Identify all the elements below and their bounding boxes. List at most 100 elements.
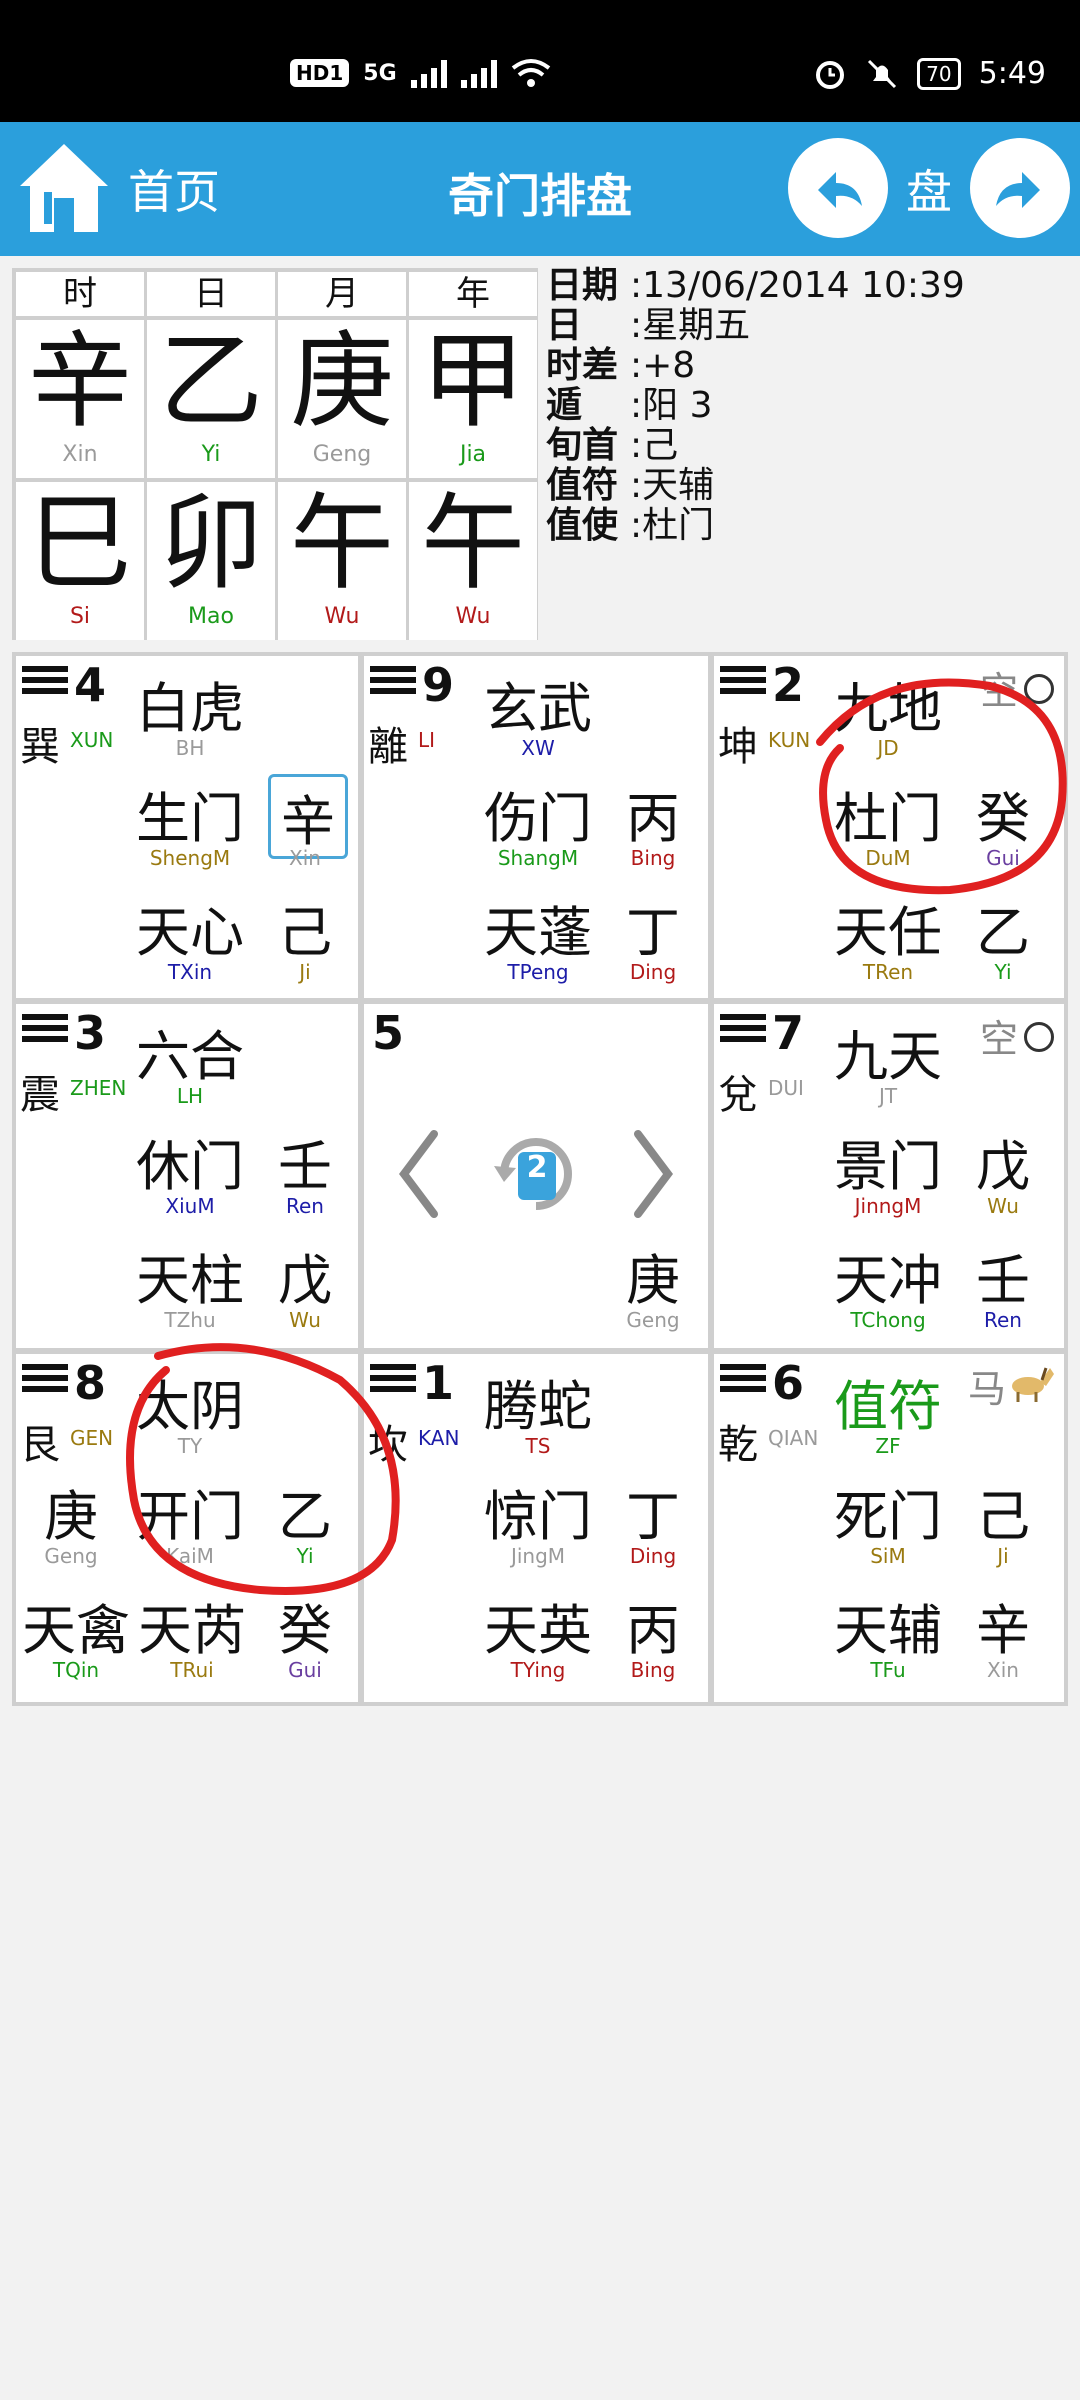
palace-name-pinyin: XUN <box>70 728 114 752</box>
star-stem-pinyin: Gui <box>288 1658 322 1682</box>
god-pinyin: XW <box>521 736 555 760</box>
palace-name: 坤 <box>718 724 758 770</box>
signal-icon <box>410 58 447 88</box>
star-stem: 戊 <box>278 1249 332 1312</box>
door-stem-pinyin: Gui <box>986 846 1020 870</box>
door-stem-pinyin: Ding <box>629 1544 677 1568</box>
kong-mark: 空 <box>979 669 1018 713</box>
door: 惊门 <box>484 1485 592 1548</box>
door-pinyin: ShengM <box>149 846 231 870</box>
god: 六合 <box>136 1025 244 1088</box>
star-pinyin: TPeng <box>507 960 569 984</box>
info-key: 值符 <box>546 465 619 506</box>
trigram-icon <box>22 1364 68 1397</box>
star-pinyin: TYing <box>510 1658 566 1682</box>
god-pinyin: JD <box>877 736 899 760</box>
palace-xun[interactable]: 4 巽 XUN 白虎 BH 生门 ShengM 辛 Xin 天心 TXin 己 … <box>16 656 358 998</box>
back-button[interactable] <box>788 138 888 238</box>
star: 天英 <box>484 1599 592 1662</box>
star-stem-pinyin: Xin <box>987 1658 1019 1682</box>
pillar-stem: 甲 <box>420 320 525 442</box>
center-stem: 庚 <box>626 1249 680 1312</box>
star-stem-pinyin: Yi <box>994 960 1012 984</box>
god: 九地 <box>834 677 942 740</box>
palace-name: 坎 <box>368 1422 408 1468</box>
door-stem-pinyin: Xin <box>289 846 321 870</box>
palace-zhen[interactable]: 3 震 ZHEN 六合 LH 休门 XiuM 壬 Ren 天柱 TZhu 戊 W… <box>16 1004 358 1348</box>
door-stem: 戊 <box>976 1135 1030 1198</box>
pillar-branch: 卯 <box>158 482 263 604</box>
palace-name: 兌 <box>718 1072 758 1118</box>
pillar-stem-pinyin: Geng <box>312 442 372 467</box>
forward-button[interactable] <box>970 138 1070 238</box>
door-stem: 己 <box>976 1485 1030 1548</box>
horse-icon <box>1012 1367 1054 1402</box>
door-stem: 乙 <box>278 1485 332 1548</box>
palace-kun[interactable]: 2 坤 KUN 空 九地 JD 杜门 DuM 癸 Gui 天任 TRen 乙 Y… <box>714 656 1064 998</box>
palace-number: 8 <box>74 1356 107 1410</box>
door-pinyin: XiuM <box>165 1194 215 1218</box>
info-value: :13/06/2014 10:39 <box>630 265 965 306</box>
palace-name: 巽 <box>20 724 60 770</box>
palace-qian[interactable]: 6 乾 QIAN 马 值符 ZF 死门 SiM 己 Ji 天辅 TFu 辛 Xi… <box>714 1354 1064 1702</box>
palace-number: 2 <box>772 658 805 712</box>
trigram-icon <box>22 1014 68 1047</box>
status-left: HD1 5G <box>290 58 551 88</box>
pillar-branch: 午 <box>420 482 525 604</box>
palace-name-pinyin: ZHEN <box>70 1076 127 1100</box>
status-bar: HD1 5G 70 5:49 <box>0 0 1080 122</box>
pillar-header: 月 <box>278 272 406 316</box>
left-stem: 庚 <box>44 1485 98 1548</box>
info-row: 遁:阳 3 <box>546 386 965 426</box>
pillar-branch-cell: 卯 Mao <box>147 482 275 640</box>
empty-circle-icon <box>1024 674 1054 704</box>
god: 玄武 <box>484 677 592 740</box>
info-key: 遁 <box>546 385 583 426</box>
star-stem-pinyin: Ji <box>299 960 311 984</box>
pan-label: 盘 <box>906 165 952 219</box>
battery-icon: 70 <box>917 57 961 90</box>
empty-circle-icon <box>1024 1022 1054 1052</box>
pillar-stem: 乙 <box>158 320 263 442</box>
palace-li[interactable]: 9 離 LI 玄武 XW 伤门 ShangM 丙 Bing 天蓬 TPeng 丁… <box>364 656 708 998</box>
info-value: :己 <box>630 425 679 466</box>
palace-name-pinyin: KUN <box>768 728 811 752</box>
pillar-stem-pinyin: Xin <box>62 442 98 467</box>
pillar-branch-cell: 巳 Si <box>16 482 144 640</box>
palace-gen[interactable]: 8 艮 GEN 太阴 TY 庚 Geng 开门 KaiM 乙 Yi 天禽 TQi… <box>16 1354 358 1702</box>
star-stem: 己 <box>278 901 332 964</box>
horse-mark: 马 <box>967 1367 1006 1411</box>
info-row: 旬首:己 <box>546 426 965 466</box>
chevron-left-icon[interactable] <box>394 1124 444 1224</box>
door-stem-pinyin: Yi <box>296 1544 314 1568</box>
god: 值符 <box>834 1375 942 1438</box>
status-right: 70 5:49 <box>813 56 1046 91</box>
forward-arrow-icon <box>996 172 1040 208</box>
star2: 天芮 <box>138 1599 246 1662</box>
palace-name-pinyin: GEN <box>70 1426 114 1450</box>
palace-center: 5 2 庚 Geng <box>364 1004 708 1348</box>
pillar-branch-pinyin: Wu <box>324 604 360 629</box>
left-stem-pinyin: Geng <box>44 1544 98 1568</box>
palace-number: 5 <box>372 1006 405 1060</box>
chevron-right-icon[interactable] <box>628 1124 678 1224</box>
four-pillars: 时辛 Xin 巳 Si 日乙 Yi 卯 Mao 月庚 Geng 午 Wu 年甲 Jia 午 Wu <box>12 268 538 640</box>
palace-name-pinyin: KAN <box>418 1426 460 1450</box>
palace-kan[interactable]: 1 坎 KAN 腾蛇 TS 惊门 JingM 丁 Ding 天英 TYing 丙… <box>364 1354 708 1702</box>
god: 太阴 <box>136 1375 244 1438</box>
star-pinyin: TRen <box>862 960 914 984</box>
pillar-stem-pinyin: Yi <box>201 442 221 467</box>
alarm-icon <box>816 60 845 89</box>
door: 伤门 <box>484 787 592 850</box>
door-stem: 丙 <box>626 787 680 850</box>
pillar-branch-pinyin: Mao <box>188 604 234 629</box>
pillar-header: 日 <box>147 272 275 316</box>
star-stem-pinyin: Bing <box>630 1658 676 1682</box>
info-row: 值使:杜门 <box>546 506 965 546</box>
info-value: :+8 <box>630 345 696 386</box>
pillar-header: 年 <box>409 272 537 316</box>
palace-dui[interactable]: 7 兌 DUI 空 九天 JT 景门 JinngM 戊 Wu 天冲 TChong… <box>714 1004 1064 1348</box>
pillar-branch-cell: 午 Wu <box>278 482 406 640</box>
info-value: :天辅 <box>630 465 715 506</box>
trigram-icon <box>720 666 766 699</box>
